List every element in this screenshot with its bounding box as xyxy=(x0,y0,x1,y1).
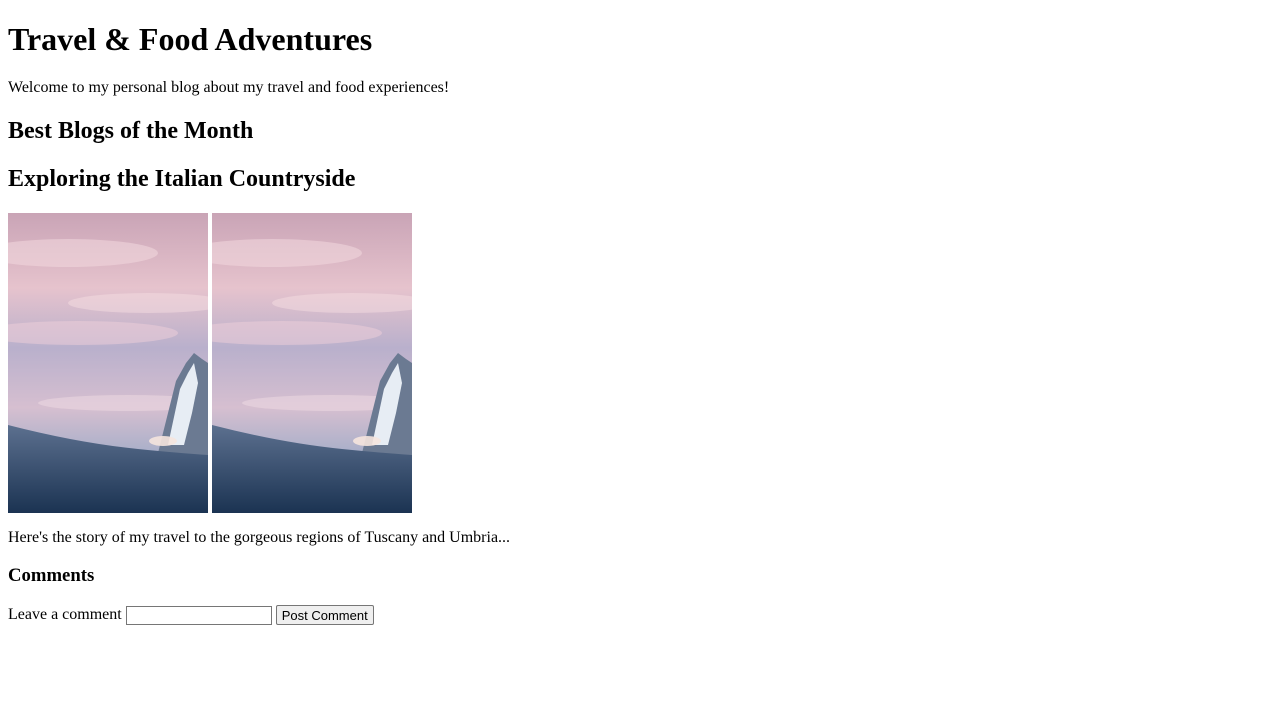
page-title: Travel & Food Adventures xyxy=(8,21,373,57)
intro-text: Welcome to my personal blog about my tra… xyxy=(8,79,450,96)
comment-input[interactable] xyxy=(125,605,272,625)
comment-label: Leave a comment xyxy=(8,606,122,623)
post-excerpt: Here's the story of my travel to the gor… xyxy=(8,529,511,546)
section-heading: Best Blogs of the Month xyxy=(8,118,254,144)
post-title: Exploring the Italian Countryside xyxy=(8,166,356,192)
post-gallery xyxy=(8,213,1272,513)
blog-post: Exploring the Italian Countryside Here's… xyxy=(8,165,1272,625)
post-image-mountain xyxy=(212,213,412,513)
post-image-mountain xyxy=(8,213,208,513)
post-comment-button[interactable]: Post Comment xyxy=(275,605,374,625)
comments-heading: Comments xyxy=(8,565,95,586)
comment-form: Leave a comment Post Comment xyxy=(8,605,1272,625)
